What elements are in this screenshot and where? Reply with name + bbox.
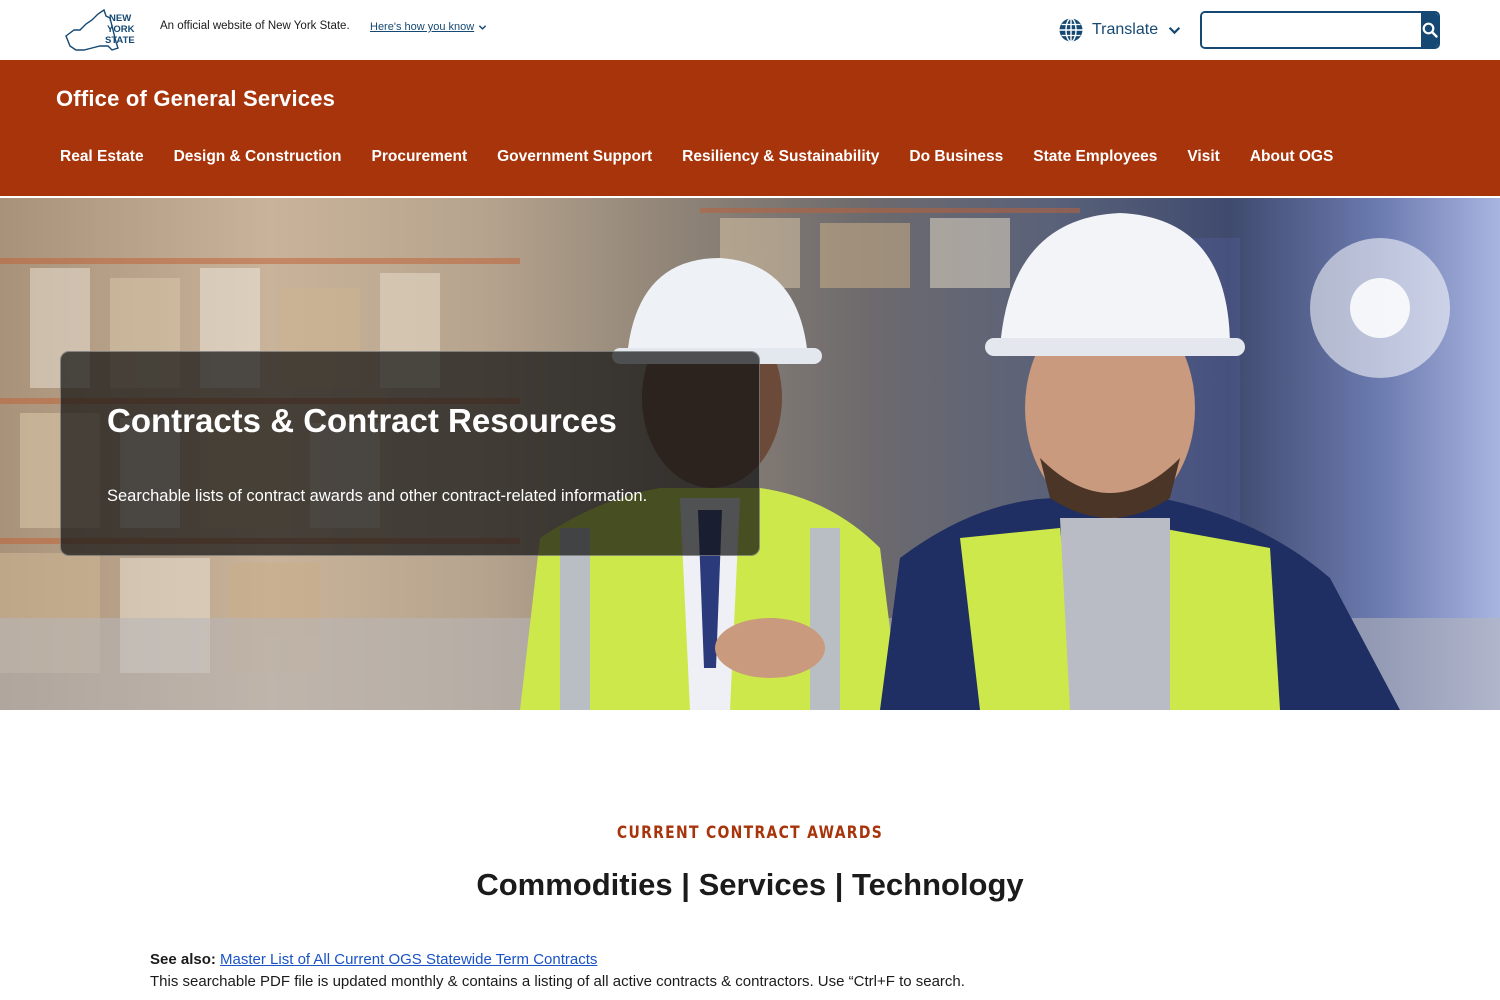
search-button[interactable] [1421,13,1438,47]
hero-subtitle: Searchable lists of contract awards and … [107,487,648,505]
translate-label: Translate [1092,21,1159,38]
how-you-know-label: Here's how you know [370,21,475,33]
nav-item-state-employees[interactable]: State Employees [1033,148,1157,166]
globe-icon [1059,17,1083,43]
official-website-text: An official website of New York State. [160,20,350,32]
how-you-know-toggle[interactable]: Here's how you know [370,21,487,33]
master-list-description: This searchable PDF file is updated mont… [150,973,965,990]
nav-item-design-construction[interactable]: Design & Construction [174,148,342,166]
hero-banner: Contracts & Contract Resources Searchabl… [0,198,1500,710]
nav-item-government-support[interactable]: Government Support [497,148,652,166]
section-title: Commodities | Services | Technology [476,867,1024,902]
nys-logo-text: NEW [109,13,131,24]
see-also-label: See also: [150,951,216,968]
svg-text:YORK: YORK [107,24,135,35]
nys-logo-icon[interactable]: NEW YORK STATE [64,6,144,54]
nav-item-visit[interactable]: Visit [1187,148,1219,166]
universal-header: NEW YORK STATE An official website of Ne… [0,0,1500,60]
nav-item-real-estate[interactable]: Real Estate [60,148,144,166]
search-input[interactable] [1202,13,1421,47]
master-list-link[interactable]: Master List of All Current OGS Statewide… [220,951,597,968]
nav-item-procurement[interactable]: Procurement [372,148,468,166]
nav-item-do-business[interactable]: Do Business [909,148,1003,166]
main-nav: Real Estate Design & Construction Procur… [60,148,1363,166]
section-eyebrow: CURRENT CONTRACT AWARDS [616,823,884,843]
search-icon [1422,22,1438,38]
chevron-down-icon [1168,26,1181,34]
svg-text:STATE: STATE [105,35,135,46]
chevron-down-icon [479,24,487,30]
see-also: See also: Master List of All Current OGS… [150,951,597,968]
nav-item-about-ogs[interactable]: About OGS [1250,148,1334,166]
agency-header: Office of General Services Real Estate D… [0,60,1500,196]
hero-card: Contracts & Contract Resources Searchabl… [60,351,760,556]
translate-button[interactable]: Translate [1058,16,1181,44]
nav-item-resiliency-sustainability[interactable]: Resiliency & Sustainability [682,148,879,166]
agency-title[interactable]: Office of General Services [56,86,335,112]
hero-title: Contracts & Contract Resources [107,402,617,439]
site-search [1200,11,1440,49]
